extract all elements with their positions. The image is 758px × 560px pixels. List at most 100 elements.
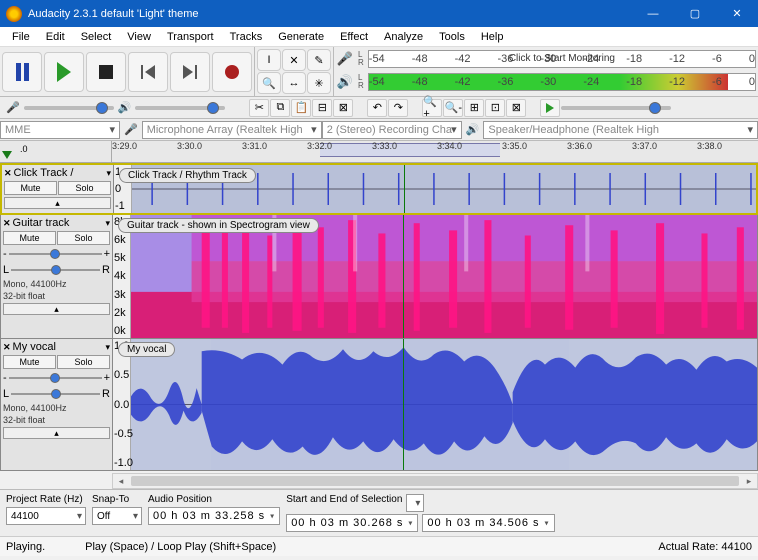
cut-button[interactable]: ✂ (249, 99, 269, 117)
skip-end-button[interactable] (170, 52, 210, 92)
selection-tool[interactable]: I (257, 49, 281, 71)
menu-tools[interactable]: Tools (431, 29, 473, 45)
playback-meter[interactable]: -54-48-42-36-30-24-18-12-60 (368, 73, 756, 91)
spectrogram-guitar[interactable] (131, 215, 757, 338)
track-vocal: ✕ My vocal ▾ Mute Solo -+ LR Mono, 44100… (0, 339, 758, 471)
zoom-toggle-button[interactable]: ⊠ (506, 99, 526, 117)
stop-button[interactable] (86, 52, 126, 92)
menu-transport[interactable]: Transport (159, 29, 222, 45)
selection-end-field[interactable]: 00 h 03 m 34.506 s (422, 514, 554, 532)
track-close-button[interactable]: ✕ (3, 342, 11, 353)
minimize-button[interactable]: — (632, 0, 674, 27)
recording-meter[interactable]: -54-48-42-36-30-24-18-12-60 Click to Sta… (368, 50, 756, 68)
track-click: ✕ Click Track / ▾ Mute Solo ▴ 10-1 Click… (0, 163, 758, 215)
meter-click-msg: Click to Start Monitoring (369, 51, 755, 67)
zoom-fit-sel-button[interactable]: ⊞ (464, 99, 484, 117)
mute-button[interactable]: Mute (4, 181, 57, 195)
collapse-button[interactable]: ▴ (4, 197, 111, 209)
track-name[interactable]: Guitar track (13, 217, 104, 229)
recording-device-select[interactable]: Microphone Array (Realtek High (142, 121, 322, 139)
track-menu-button[interactable]: ▾ (106, 168, 111, 179)
track-info-2: 32-bit float (3, 415, 110, 425)
playback-speed-slider[interactable] (561, 106, 671, 110)
track-close-button[interactable]: ✕ (3, 218, 11, 229)
close-button[interactable]: ✕ (716, 0, 758, 27)
menu-effect[interactable]: Effect (332, 29, 376, 45)
play-button[interactable] (44, 52, 84, 92)
mute-button[interactable]: Mute (3, 231, 56, 245)
audio-host-select[interactable]: MME (0, 121, 120, 139)
copy-button[interactable]: ⧉ (270, 99, 290, 117)
snap-to-select[interactable]: Off (92, 507, 142, 525)
toolbar-mixer: 🎤 🔊 ✂ ⧉ 📋 ⊟ ⊠ ↶ ↷ 🔍+ 🔍- ⊞ ⊡ ⊠ (0, 97, 758, 119)
scroll-right-button[interactable]: ▸ (741, 476, 757, 487)
menu-select[interactable]: Select (73, 29, 120, 45)
envelope-tool[interactable]: ✕ (282, 49, 306, 71)
solo-button[interactable]: Solo (58, 181, 111, 195)
menu-view[interactable]: View (119, 29, 159, 45)
mic-volume-icon: 🎤 (6, 101, 20, 114)
undo-button[interactable]: ↶ (367, 99, 387, 117)
track-scale: 8k6k5k4k3k2k0k (113, 215, 131, 338)
scroll-thumb[interactable] (131, 476, 739, 486)
multi-tool[interactable]: ✳ (307, 72, 331, 94)
track-panel-guitar[interactable]: ✕ Guitar track ▾ Mute Solo -+ LR Mono, 4… (1, 215, 113, 338)
mic-meter-icon[interactable]: 🎤 (336, 50, 354, 68)
record-button[interactable] (212, 52, 252, 92)
recording-volume-slider[interactable] (24, 106, 114, 110)
gain-slider[interactable] (9, 377, 102, 379)
project-rate-select[interactable]: 44100 (6, 507, 86, 525)
silence-button[interactable]: ⊠ (333, 99, 353, 117)
pan-slider[interactable] (11, 269, 100, 271)
menu-file[interactable]: File (4, 29, 38, 45)
zoom-in-button[interactable]: 🔍+ (422, 99, 442, 117)
solo-button[interactable]: Solo (57, 231, 110, 245)
mute-button[interactable]: Mute (3, 355, 56, 369)
paste-button[interactable]: 📋 (291, 99, 311, 117)
playhead (404, 165, 405, 213)
redo-button[interactable]: ↷ (388, 99, 408, 117)
scroll-left-button[interactable]: ◂ (113, 476, 129, 487)
selection-label: Start and End of Selection (286, 494, 402, 512)
skip-start-button[interactable] (128, 52, 168, 92)
track-name[interactable]: My vocal (13, 341, 104, 353)
trim-button[interactable]: ⊟ (312, 99, 332, 117)
menubar: File Edit Select View Transport Tracks G… (0, 27, 758, 47)
menu-generate[interactable]: Generate (270, 29, 332, 45)
h-scrollbar[interactable]: ◂ ▸ (112, 473, 758, 489)
speaker-meter-icon[interactable]: 🔊 (336, 73, 354, 91)
audio-position-field[interactable]: 00 h 03 m 33.258 s (148, 507, 280, 525)
collapse-button[interactable]: ▴ (3, 427, 110, 439)
zoom-tool[interactable]: 🔍 (257, 72, 281, 94)
menu-analyze[interactable]: Analyze (376, 29, 431, 45)
timeshift-tool[interactable]: ↔ (282, 72, 306, 94)
track-menu-button[interactable]: ▾ (105, 218, 110, 229)
waveform-vocal[interactable] (131, 339, 757, 470)
pin-marker-icon[interactable] (2, 151, 12, 159)
maximize-button[interactable]: ▢ (674, 0, 716, 27)
menu-tracks[interactable]: Tracks (222, 29, 271, 45)
track-menu-button[interactable]: ▾ (105, 342, 110, 353)
channels-select[interactable]: 2 (Stereo) Recording Cha (322, 121, 462, 139)
track-name[interactable]: Click Track / (14, 167, 105, 179)
pan-slider[interactable] (11, 393, 100, 395)
menu-help[interactable]: Help (473, 29, 512, 45)
pause-button[interactable] (2, 52, 42, 92)
zoom-out-button[interactable]: 🔍- (443, 99, 463, 117)
track-close-button[interactable]: ✕ (4, 168, 12, 179)
playback-device-select[interactable]: Speaker/Headphone (Realtek High (483, 121, 758, 139)
menu-edit[interactable]: Edit (38, 29, 73, 45)
zoom-fit-proj-button[interactable]: ⊡ (485, 99, 505, 117)
selection-start-field[interactable]: 00 h 03 m 30.268 s (286, 514, 418, 532)
play-at-speed-button[interactable] (540, 99, 560, 117)
gain-slider[interactable] (9, 253, 102, 255)
track-panel-vocal[interactable]: ✕ My vocal ▾ Mute Solo -+ LR Mono, 44100… (1, 339, 113, 470)
playback-volume-slider[interactable] (135, 106, 225, 110)
timeline[interactable]: .0 3:29.0 3:30.0 3:31.0 3:32.0 3:33.0 3:… (0, 141, 758, 163)
draw-tool[interactable]: ✎ (307, 49, 331, 71)
track-panel-click[interactable]: ✕ Click Track / ▾ Mute Solo ▴ (2, 165, 114, 213)
selection-type-select[interactable] (406, 494, 424, 512)
window-title: Audacity 2.3.1 default 'Light' theme (28, 8, 632, 20)
solo-button[interactable]: Solo (57, 355, 110, 369)
collapse-button[interactable]: ▴ (3, 303, 110, 315)
